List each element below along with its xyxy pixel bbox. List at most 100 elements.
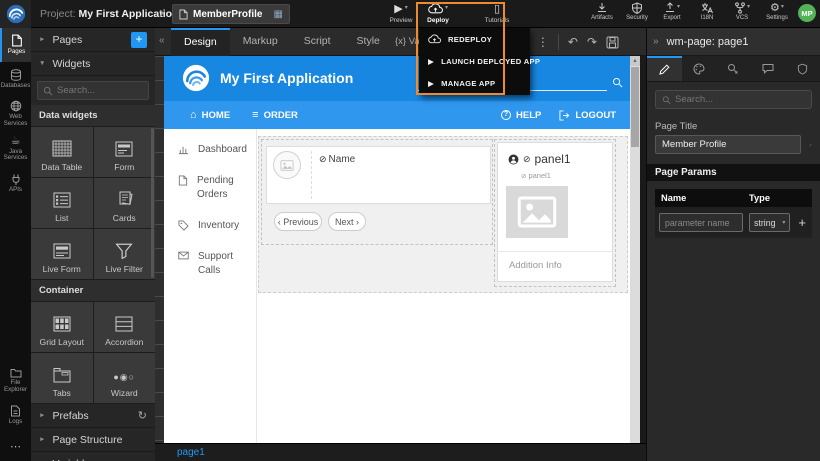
widget-data-table[interactable]: Data Table: [31, 127, 93, 177]
widget-grid-layout[interactable]: Grid Layout: [31, 302, 93, 352]
page-tab-memberprofile[interactable]: MemberProfile ▦: [172, 4, 290, 24]
tab-style[interactable]: Style: [344, 28, 393, 56]
next-button[interactable]: Next ›: [328, 212, 366, 231]
vcs-caret-icon[interactable]: ▾: [747, 2, 750, 14]
deploy-button[interactable]: ▾ Deploy: [418, 3, 458, 24]
member-card[interactable]: ⊘ Name: [266, 146, 491, 204]
vcs-button[interactable]: ▾ VCS: [728, 2, 756, 21]
page-params-section-header[interactable]: Page Params: [647, 164, 820, 181]
widget-live-filter[interactable]: Live Filter: [94, 229, 156, 279]
bind-link-icon[interactable]: [809, 139, 812, 151]
panel-widget-container[interactable]: ⊘ panel1 ⊘ panel1 Addition: [494, 139, 616, 287]
deploy-caret-icon[interactable]: ▾: [445, 3, 448, 13]
nav-item-home[interactable]: ⌂ HOME: [190, 109, 230, 121]
sidebar-item-databases[interactable]: Databases: [0, 62, 31, 96]
member-image-placeholder[interactable]: [273, 151, 301, 179]
param-name-input[interactable]: [659, 213, 743, 232]
export-button[interactable]: ▾ Export: [658, 2, 686, 21]
scrollbar-thumb[interactable]: [631, 67, 639, 147]
redo-icon[interactable]: ↷: [587, 36, 597, 48]
shield-outline-icon: [797, 63, 808, 75]
nav-item-logout[interactable]: LOGOUT: [559, 110, 616, 121]
preview-caret-icon[interactable]: ▾: [405, 3, 408, 13]
user-avatar[interactable]: MP: [798, 4, 816, 22]
name-field[interactable]: ⊘ Name: [319, 154, 355, 165]
security-button[interactable]: Security: [623, 2, 651, 21]
widget-cards[interactable]: Cards: [94, 178, 156, 228]
preview-button[interactable]: ▶ ▾ Preview: [381, 3, 421, 24]
param-type-select[interactable]: string ▾: [749, 213, 790, 232]
i18n-button[interactable]: I18N: [693, 2, 721, 21]
tab-markup[interactable]: Markup: [230, 28, 291, 56]
widget-tabs[interactable]: Tabs: [31, 353, 93, 403]
artifacts-button[interactable]: Artifacts: [588, 2, 616, 21]
widget-accordion[interactable]: Accordion: [94, 302, 156, 352]
app-header[interactable]: My First Application: [164, 56, 630, 101]
tab-security[interactable]: [785, 56, 820, 81]
app-sidebar-item-support-calls[interactable]: Support Calls: [178, 250, 240, 278]
tab-properties[interactable]: [647, 56, 682, 81]
nav-item-help[interactable]: ? HELP: [501, 110, 541, 121]
page-title-input[interactable]: [655, 135, 801, 154]
prefabs-section-header[interactable]: ► Prefabs ↻: [31, 404, 155, 428]
add-param-button[interactable]: +: [796, 215, 808, 230]
variables-section-header[interactable]: ► Variables: [31, 452, 155, 461]
save-icon[interactable]: [606, 36, 619, 49]
tab-script[interactable]: Script: [291, 28, 344, 56]
undo-icon[interactable]: ↶: [568, 36, 578, 48]
tab-design[interactable]: Design: [171, 28, 230, 56]
collapse-left-panel-icon[interactable]: «: [159, 35, 165, 46]
settings-caret-icon[interactable]: ▾: [781, 2, 784, 14]
properties-search-input[interactable]: [675, 94, 805, 105]
menu-item-launch-deployed-app[interactable]: ▶ LAUNCH DEPLOYED APP: [419, 50, 530, 72]
sidebar-item-logs[interactable]: Logs: [0, 398, 31, 432]
previous-button[interactable]: ‹ Previous: [274, 212, 322, 231]
panel1-card[interactable]: ⊘ panel1 ⊘ panel1 Addition: [497, 142, 613, 282]
widget-live-form[interactable]: Live Form: [31, 229, 93, 279]
tab-styles[interactable]: [682, 56, 717, 81]
canvas-scrollbar[interactable]: ▲: [630, 56, 640, 443]
widgets-section-header[interactable]: ▼ Widgets: [31, 52, 155, 76]
properties-search-box[interactable]: [655, 90, 812, 109]
wavemaker-logo[interactable]: [0, 0, 31, 28]
kebab-menu-icon[interactable]: ⋮: [537, 36, 549, 48]
widget-search-input[interactable]: [57, 85, 143, 96]
tab-messages[interactable]: [751, 56, 786, 81]
expand-panel-icon[interactable]: »: [653, 36, 659, 47]
tab-events[interactable]: [716, 56, 751, 81]
scroll-up-icon[interactable]: ▲: [630, 56, 640, 66]
list-widget-container[interactable]: ⊘ Name ‹ Previous Next ›: [261, 139, 493, 245]
menu-item-manage-app[interactable]: ▶ MANAGE APP: [419, 72, 530, 94]
add-page-button[interactable]: +: [131, 32, 147, 48]
widget-wizard[interactable]: ●◉○ Wizard: [94, 353, 156, 403]
tutorials-button[interactable]: ▯ Tutorials: [477, 3, 517, 24]
data-widgets-grid: Data Table Form List Cards Live Form Liv…: [31, 126, 155, 280]
settings-button[interactable]: ⚙ ▾ Settings: [763, 2, 791, 21]
page-structure-section-header[interactable]: ► Page Structure: [31, 428, 155, 452]
sidebar-item-file-explorer[interactable]: File Explorer: [0, 364, 31, 398]
app-sidebar-item-inventory[interactable]: Inventory: [178, 219, 256, 233]
sidebar-item-pages[interactable]: Pages: [0, 28, 31, 62]
panel1-image-placeholder[interactable]: [506, 186, 568, 238]
status-page-tab[interactable]: page1: [177, 447, 205, 458]
export-caret-icon[interactable]: ▾: [677, 2, 680, 14]
refresh-icon[interactable]: ↻: [138, 409, 147, 422]
nav-item-order[interactable]: ≡ ORDER: [252, 109, 298, 121]
app-search-icon[interactable]: [612, 77, 623, 88]
variables-button[interactable]: {x} Va: [395, 36, 420, 47]
sidebar-item-web-services[interactable]: Web Services: [0, 96, 31, 132]
app-sidebar-item-dashboard[interactable]: Dashboard: [178, 143, 256, 157]
panel1-header[interactable]: ⊘ panel1: [508, 152, 571, 166]
widget-search-box[interactable]: [37, 81, 149, 100]
widget-list[interactable]: List: [31, 178, 93, 228]
pages-section-header[interactable]: ► Pages +: [31, 28, 155, 52]
left-panel-scrollbar[interactable]: [151, 128, 154, 278]
more-icon[interactable]: ⋯: [0, 432, 31, 461]
page-content-zone[interactable]: ⊘ Name ‹ Previous Next › ⊘: [258, 136, 628, 293]
menu-item-redeploy[interactable]: REDEPLOY: [419, 28, 530, 50]
widget-form[interactable]: Form: [94, 127, 156, 177]
sidebar-item-java-services[interactable]: ☕ Java Services: [0, 132, 31, 167]
pages-grid-icon[interactable]: ▦: [274, 9, 283, 20]
sidebar-item-apis[interactable]: APIs: [0, 166, 31, 200]
app-sidebar-item-pending-orders[interactable]: Pending Orders: [178, 174, 240, 202]
